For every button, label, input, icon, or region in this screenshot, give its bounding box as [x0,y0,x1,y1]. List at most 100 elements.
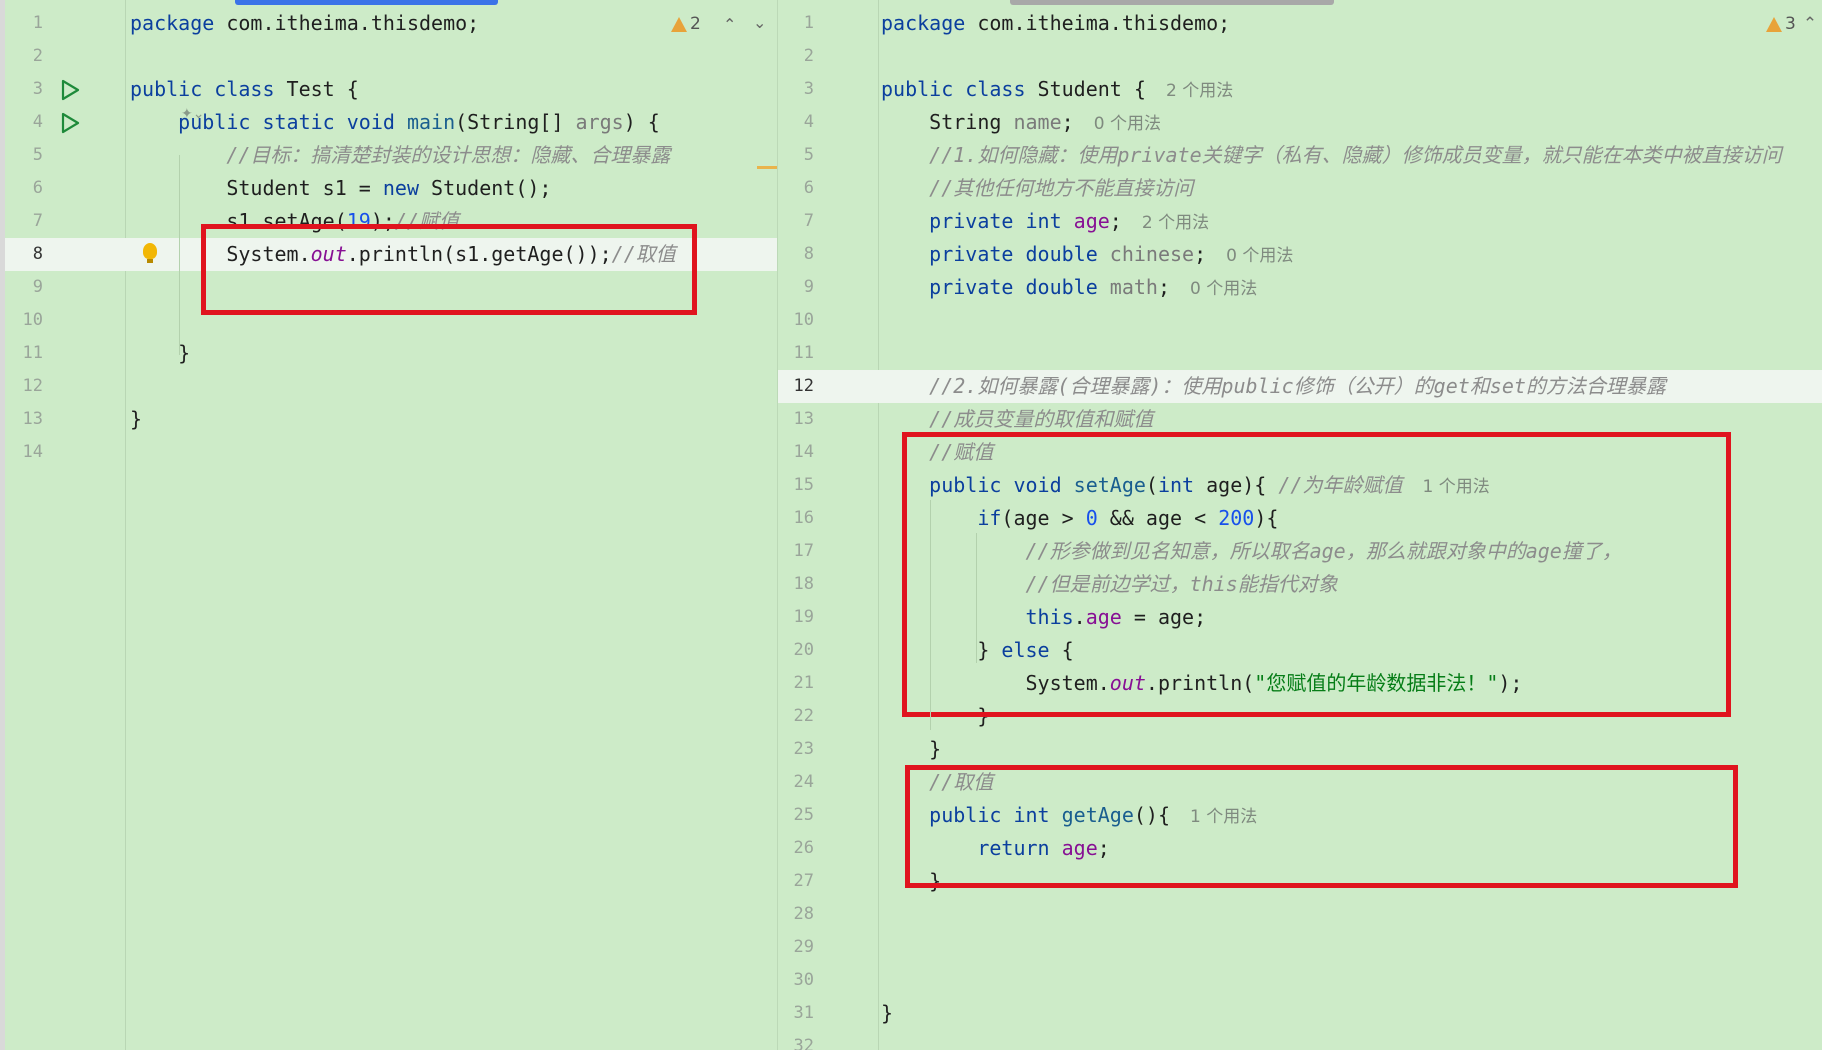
code-line[interactable]: 11 } [5,337,777,370]
code-line[interactable]: 12 //2.如何暴露(合理暴露)：使用public修饰（公开）的get和set… [778,370,1822,403]
line-number[interactable]: 3 [778,73,814,106]
line-number[interactable]: 13 [5,403,43,436]
usage-hint[interactable]: 0 个用法 [1094,114,1161,134]
chevron-down-icon[interactable]: ⌄ [753,13,766,32]
line-number[interactable]: 23 [778,733,814,766]
code-text[interactable]: package com.itheima.thisdemo; [130,7,479,40]
line-number[interactable]: 16 [778,502,814,535]
code-text[interactable]: private int age; 2 个用法 [881,205,1209,238]
code-line[interactable]: 8 private double chinese; 0 个用法 [778,238,1822,271]
right-scroll-thumb[interactable] [1010,0,1334,5]
line-number[interactable]: 25 [778,799,814,832]
line-number[interactable]: 8 [778,238,814,271]
code-line[interactable]: 2 [778,40,1822,73]
line-number[interactable]: 7 [778,205,814,238]
code-text[interactable]: private double math; 0 个用法 [881,271,1257,304]
code-line[interactable]: 3 public class Student { 2 个用法 [778,73,1822,106]
code-line[interactable]: 1 package com.itheima.thisdemo; [5,7,777,40]
line-number[interactable]: 28 [778,898,814,931]
code-line[interactable]: 14 [5,436,777,469]
code-text[interactable]: //1.如何隐藏：使用private关键字（私有、隐藏）修饰成员变量，就只能在本… [881,139,1781,172]
usage-hint[interactable]: 2 个用法 [1166,81,1233,101]
line-number[interactable]: 15 [778,469,814,502]
code-line[interactable]: 30 [778,964,1822,997]
line-number[interactable]: 19 [778,601,814,634]
left-warning-indicator[interactable]: 2 [671,14,701,34]
line-number[interactable]: 32 [778,1030,814,1050]
code-text[interactable]: public class Student { 2 个用法 [881,73,1233,106]
line-number[interactable]: 29 [778,931,814,964]
line-number[interactable]: 11 [778,337,814,370]
code-line[interactable]: 5 //1.如何隐藏：使用private关键字（私有、隐藏）修饰成员变量，就只能… [778,139,1822,172]
code-line[interactable]: 7 private int age; 2 个用法 [778,205,1822,238]
code-line[interactable]: 1 package com.itheima.thisdemo; [778,7,1822,40]
code-line[interactable]: 13} [5,403,777,436]
line-number[interactable]: 17 [778,535,814,568]
line-number[interactable]: 30 [778,964,814,997]
code-text[interactable]: } [130,337,190,370]
line-number[interactable]: 7 [5,205,43,238]
line-number[interactable]: 13 [778,403,814,436]
code-line[interactable]: 31} [778,997,1822,1030]
line-number[interactable]: 8 [5,238,43,271]
code-line[interactable]: 4 public static void main(String[] args)… [5,106,777,139]
line-number[interactable]: 12 [5,370,43,403]
line-number[interactable]: 31 [778,997,814,1030]
line-number[interactable]: 10 [5,304,43,337]
line-number[interactable]: 9 [778,271,814,304]
line-number[interactable]: 21 [778,667,814,700]
code-text[interactable]: String name; 0 个用法 [881,106,1161,139]
code-line[interactable]: 32 [778,1030,1822,1050]
code-text[interactable]: private double chinese; 0 个用法 [881,238,1293,271]
right-editor-pane[interactable]: 1 package com.itheima.thisdemo; 2 3 public c… [777,0,1822,1050]
code-text[interactable]: public class Test { [130,73,359,106]
run-icon[interactable] [60,112,80,134]
lightbulb-icon[interactable] [143,243,157,263]
line-number[interactable]: 18 [778,568,814,601]
code-line[interactable]: 3 public class Test { [5,73,777,106]
line-number[interactable]: 14 [5,436,43,469]
line-number[interactable]: 14 [778,436,814,469]
code-text[interactable]: //2.如何暴露(合理暴露)：使用public修饰（公开）的get和set的方法… [881,370,1666,403]
line-number[interactable]: 5 [5,139,43,172]
usage-hint[interactable]: 0 个用法 [1190,279,1257,299]
code-text[interactable]: public static void main(String[] args) { [130,106,660,139]
code-line[interactable]: 23 } [778,733,1822,766]
code-line[interactable]: 10 [778,304,1822,337]
left-editor-pane[interactable]: 1 package com.itheima.thisdemo; 2 3 public c… [0,0,777,1050]
line-number[interactable]: 2 [5,40,43,73]
line-number[interactable]: 3 [5,73,43,106]
code-line[interactable]: 6 Student s1 = new Student(); [5,172,777,205]
code-text[interactable]: //目标：搞清楚封装的设计思想：隐藏、合理暴露 [130,139,670,172]
line-number[interactable]: 4 [5,106,43,139]
line-number[interactable]: 6 [5,172,43,205]
code-line[interactable]: 12 [5,370,777,403]
line-number[interactable]: 1 [778,7,814,40]
code-text[interactable]: //其他任何地方不能直接访问 [881,172,1193,205]
line-number[interactable]: 1 [5,7,43,40]
code-line[interactable]: 11 [778,337,1822,370]
code-line[interactable]: 29 [778,931,1822,964]
line-number[interactable]: 12 [778,370,814,403]
usage-hint[interactable]: 0 个用法 [1226,246,1293,266]
code-text[interactable]: } [130,403,142,436]
line-number[interactable]: 11 [5,337,43,370]
right-warning-indicator[interactable]: 3 ⌃ [1766,14,1817,34]
code-line[interactable]: 2 [5,40,777,73]
code-line[interactable]: 28 [778,898,1822,931]
chevron-up-icon[interactable]: ⌃ [1803,14,1817,34]
run-icon[interactable] [60,79,80,101]
code-text[interactable]: package com.itheima.thisdemo; [881,7,1230,40]
usage-hint[interactable]: 2 个用法 [1142,213,1209,233]
line-number[interactable]: 27 [778,865,814,898]
chevron-up-icon[interactable]: ⌃ [723,15,736,34]
line-number[interactable]: 22 [778,700,814,733]
line-number[interactable]: 10 [778,304,814,337]
line-number[interactable]: 9 [5,271,43,304]
code-text[interactable]: } [881,997,893,1030]
ai-assist-icon[interactable]: ✦⌄ [181,106,204,122]
line-number[interactable]: 26 [778,832,814,865]
code-text[interactable]: Student s1 = new Student(); [130,172,551,205]
line-number[interactable]: 4 [778,106,814,139]
code-line[interactable]: 5 //目标：搞清楚封装的设计思想：隐藏、合理暴露 [5,139,777,172]
